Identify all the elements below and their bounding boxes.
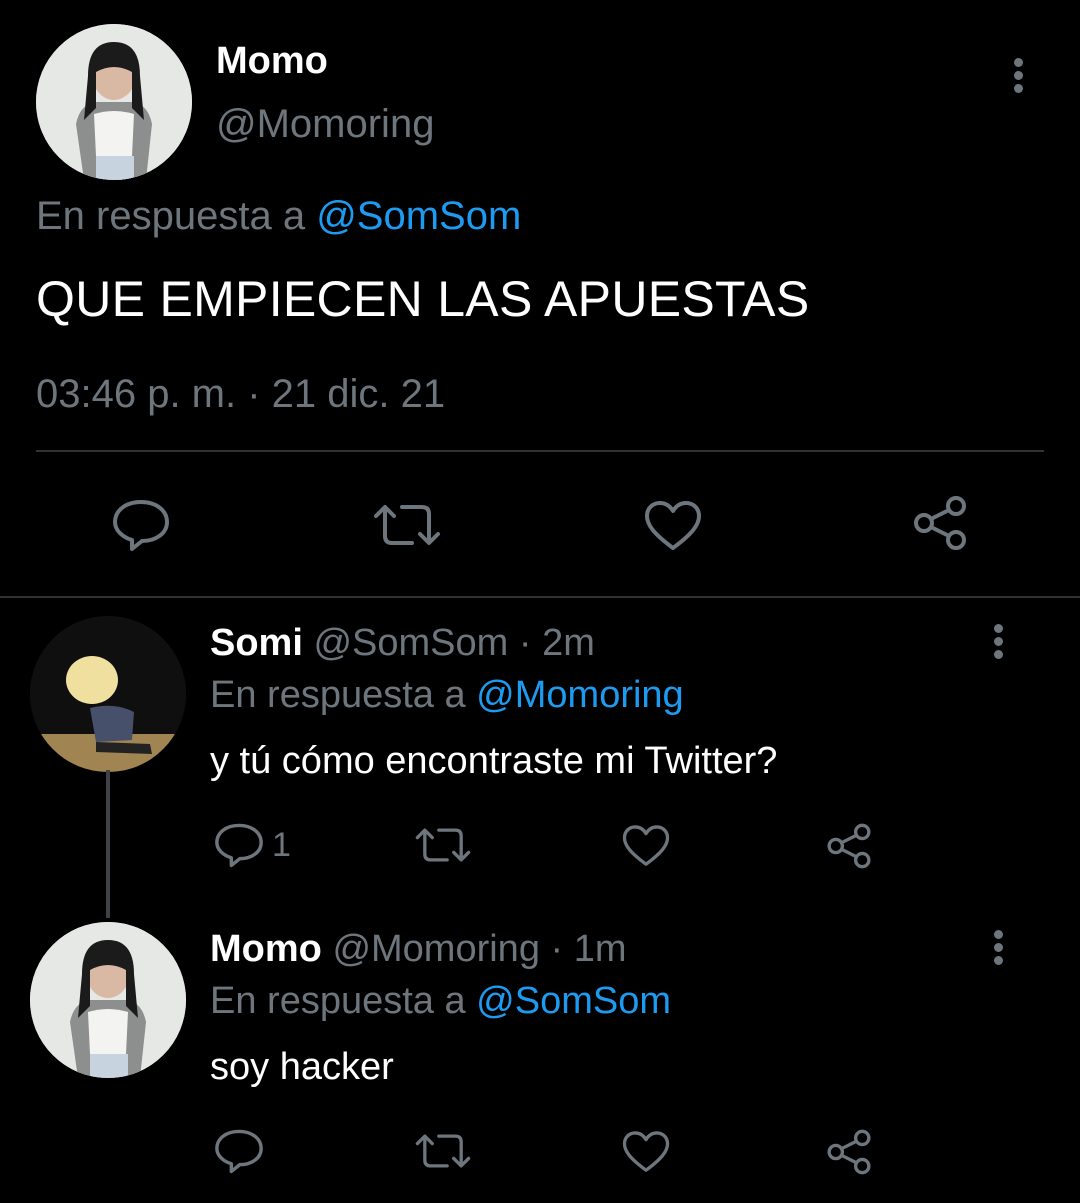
retweet-icon[interactable]	[372, 502, 442, 548]
author-name[interactable]: Momo	[216, 40, 328, 83]
reply-prefix: En respuesta a	[210, 674, 466, 716]
reply-to-link[interactable]: @SomSom	[316, 194, 521, 238]
like-icon[interactable]	[644, 500, 702, 552]
more-options-icon[interactable]	[1012, 58, 1024, 98]
tweet-timestamp[interactable]: 03:46 p. m. · 21 dic. 21	[36, 372, 445, 417]
tweet-text: QUE EMPIECEN LAS APUESTAS	[36, 271, 810, 327]
reply-text: soy hacker	[210, 1046, 394, 1088]
reply-author-name[interactable]: Somi	[210, 622, 303, 664]
divider	[0, 596, 1080, 598]
thread-connector	[106, 770, 110, 918]
reply-header: Momo @Momoring · 1m	[210, 928, 627, 971]
reply-icon[interactable]	[214, 1128, 264, 1174]
avatar-photo	[30, 922, 186, 1078]
reply-author-name[interactable]: Momo	[210, 928, 322, 970]
more-options-icon[interactable]	[992, 624, 1004, 664]
avatar-photo	[30, 616, 186, 772]
reply-header: Somi @SomSom · 2m	[210, 622, 595, 665]
reply-icon[interactable]	[112, 498, 170, 552]
share-icon[interactable]	[910, 494, 970, 552]
retweet-icon[interactable]	[414, 826, 472, 864]
reply-time[interactable]: · 2m	[519, 622, 595, 664]
reply-count: 1	[272, 826, 291, 864]
reply-context: En respuesta a @Momoring	[210, 674, 684, 717]
author-avatar[interactable]	[36, 24, 192, 180]
reply-text: y tú cómo encontraste mi Twitter?	[210, 740, 778, 782]
retweet-icon[interactable]	[414, 1132, 472, 1170]
share-icon[interactable]	[824, 822, 874, 870]
reply-prefix: En respuesta a	[36, 194, 306, 238]
reply-to-link[interactable]: @Momoring	[476, 674, 684, 716]
like-icon[interactable]	[622, 1130, 670, 1174]
reply-context: En respuesta a @SomSom	[210, 980, 671, 1023]
reply-avatar[interactable]	[30, 616, 186, 772]
reply-context: En respuesta a @SomSom	[36, 194, 521, 239]
reply-avatar[interactable]	[30, 922, 186, 1078]
reply-icon[interactable]	[214, 822, 264, 868]
divider	[36, 450, 1044, 452]
share-icon[interactable]	[824, 1128, 874, 1176]
author-handle[interactable]: @Momoring	[216, 102, 434, 147]
reply-author-handle[interactable]: @Momoring	[332, 928, 540, 970]
reply-author-handle[interactable]: @SomSom	[313, 622, 508, 664]
like-icon[interactable]	[622, 824, 670, 868]
avatar-photo	[36, 24, 192, 180]
reply-prefix: En respuesta a	[210, 980, 466, 1022]
more-options-icon[interactable]	[992, 930, 1004, 970]
reply-to-link[interactable]: @SomSom	[476, 980, 671, 1022]
reply-time[interactable]: · 1m	[551, 928, 627, 970]
